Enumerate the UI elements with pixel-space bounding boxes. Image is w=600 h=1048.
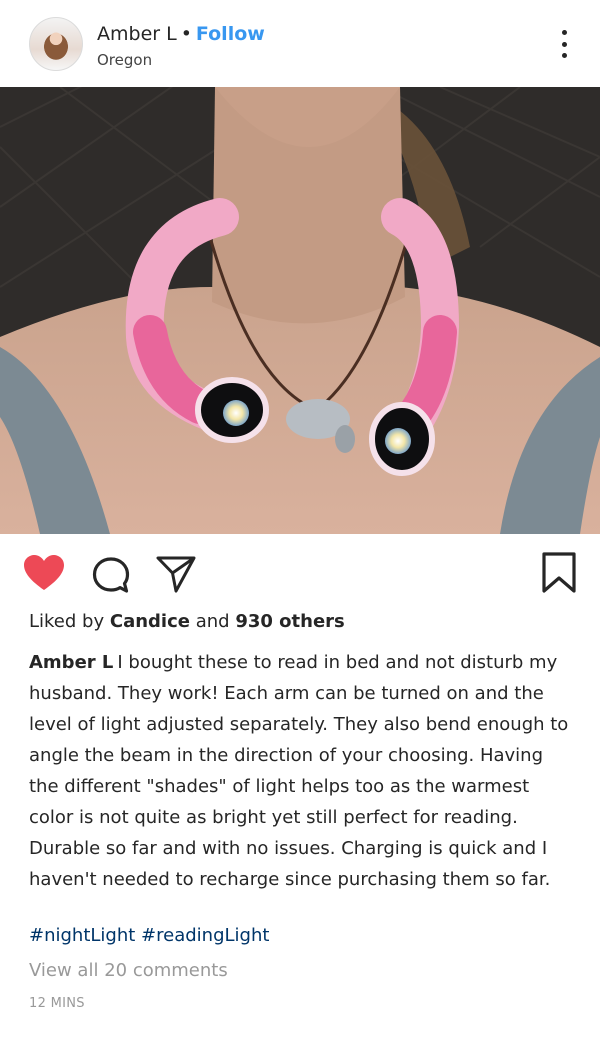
more-dot (561, 30, 567, 35)
follow-button[interactable]: Follow (196, 23, 265, 45)
likes-line: Liked by Candice and 930 others (29, 611, 345, 632)
username-line: Amber L • Follow (97, 23, 265, 45)
likes-prefix: Liked by (29, 611, 105, 632)
likes-others[interactable]: 930 others (235, 611, 344, 632)
separator-dot: • (180, 23, 192, 45)
liked-by-user[interactable]: Candice (110, 611, 190, 632)
bookmark-icon[interactable] (541, 552, 577, 594)
more-dot (561, 41, 567, 47)
post-card: Amber L • Follow Oregon Liked by Candice… (0, 0, 600, 1048)
hashtag-link[interactable]: #nightLight (29, 925, 135, 946)
username[interactable]: Amber L (97, 23, 177, 45)
caption-author[interactable]: Amber L (29, 652, 113, 673)
heart-icon[interactable] (23, 554, 65, 592)
photo-illustration (0, 87, 600, 534)
hashtags: #nightLight #readingLight (29, 925, 269, 946)
more-dot (561, 53, 567, 58)
view-all-comments-link[interactable]: View all 20 comments (29, 960, 228, 981)
hashtag-link[interactable]: #readingLight (141, 925, 269, 946)
post-timestamp: 12 MINS (29, 996, 85, 1011)
caption: Amber LI bought these to read in bed and… (29, 647, 577, 895)
likes-and: and (195, 611, 230, 632)
post-header: Amber L • Follow Oregon (0, 0, 600, 88)
avatar[interactable] (29, 17, 83, 71)
location[interactable]: Oregon (97, 51, 152, 69)
post-photo[interactable] (0, 87, 600, 534)
paper-plane-icon[interactable] (156, 554, 196, 594)
caption-text: I bought these to read in bed and not di… (29, 652, 569, 890)
more-options-icon[interactable] (554, 30, 574, 58)
comment-icon[interactable] (91, 556, 131, 594)
action-bar (0, 534, 600, 614)
